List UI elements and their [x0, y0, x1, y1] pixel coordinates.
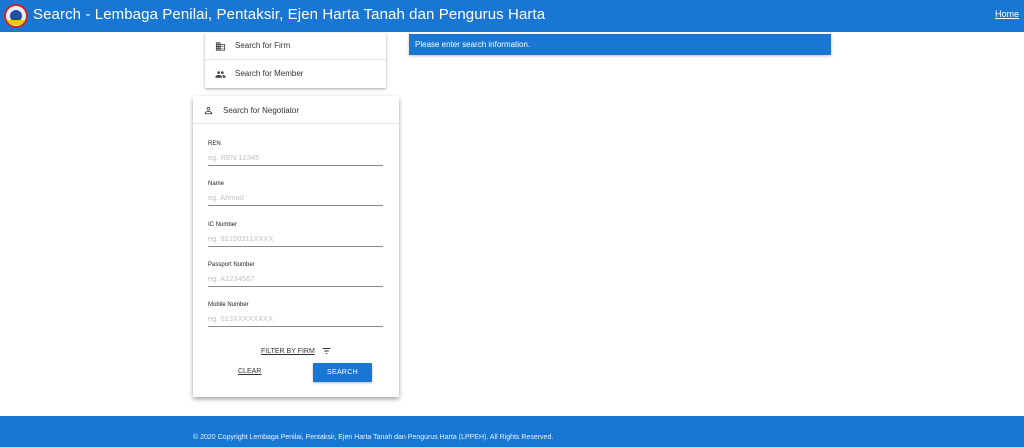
ic-number-label: IC Number: [208, 222, 238, 228]
filter-by-firm-label: FILTER BY FIRM: [261, 347, 315, 355]
info-banner: Please enter search information.: [409, 34, 831, 55]
ren-label: REN: [208, 141, 221, 147]
ren-field: REN: [208, 141, 383, 171]
building-icon: [215, 42, 226, 51]
negotiator-card-header[interactable]: Search for Negotiator: [193, 96, 399, 124]
name-field: Name: [208, 181, 383, 211]
clear-button[interactable]: CLEAR: [238, 368, 261, 375]
mobile-number-input[interactable]: [208, 311, 383, 327]
menu-item-label: Search for Member: [235, 69, 304, 78]
ic-number-input[interactable]: [208, 231, 383, 247]
page-title: Search - Lembaga Penilai, Pentaksir, Eje…: [33, 6, 546, 23]
passport-number-input[interactable]: [208, 271, 383, 287]
menu-item-search-member[interactable]: Search for Member: [205, 61, 386, 88]
info-message: Please enter search information.: [415, 40, 531, 49]
name-input[interactable]: [208, 190, 383, 206]
passport-number-label: Passport Number: [208, 262, 255, 268]
name-label: Name: [208, 181, 225, 187]
person-icon: [204, 106, 213, 115]
filter-icon: [322, 348, 331, 354]
top-app-bar: Search - Lembaga Penilai, Pentaksir, Eje…: [0, 0, 1024, 32]
negotiator-search-card: Search for Negotiator REN Name IC Number…: [193, 96, 399, 397]
home-link[interactable]: Home: [995, 9, 1019, 19]
search-button[interactable]: SEARCH: [313, 363, 372, 382]
ren-input[interactable]: [208, 150, 383, 166]
mobile-number-label: Mobile Number: [208, 302, 249, 308]
search-menu-card: Search for Firm Search for Member: [205, 33, 386, 88]
mobile-number-field: Mobile Number: [208, 302, 383, 332]
people-icon: [215, 71, 226, 78]
filter-by-firm-toggle[interactable]: FILTER BY FIRM: [261, 345, 331, 357]
menu-item-search-firm[interactable]: Search for Firm: [205, 33, 386, 60]
passport-number-field: Passport Number: [208, 262, 383, 292]
ic-number-field: IC Number: [208, 222, 383, 252]
menu-item-label: Search for Firm: [235, 41, 291, 50]
copyright-text: © 2020 Copyright Lembaga Penilai, Pentak…: [193, 434, 554, 441]
footer: © 2020 Copyright Lembaga Penilai, Pentak…: [0, 416, 1024, 447]
negotiator-card-title: Search for Negotiator: [223, 106, 300, 115]
lppeh-logo: [4, 4, 28, 28]
